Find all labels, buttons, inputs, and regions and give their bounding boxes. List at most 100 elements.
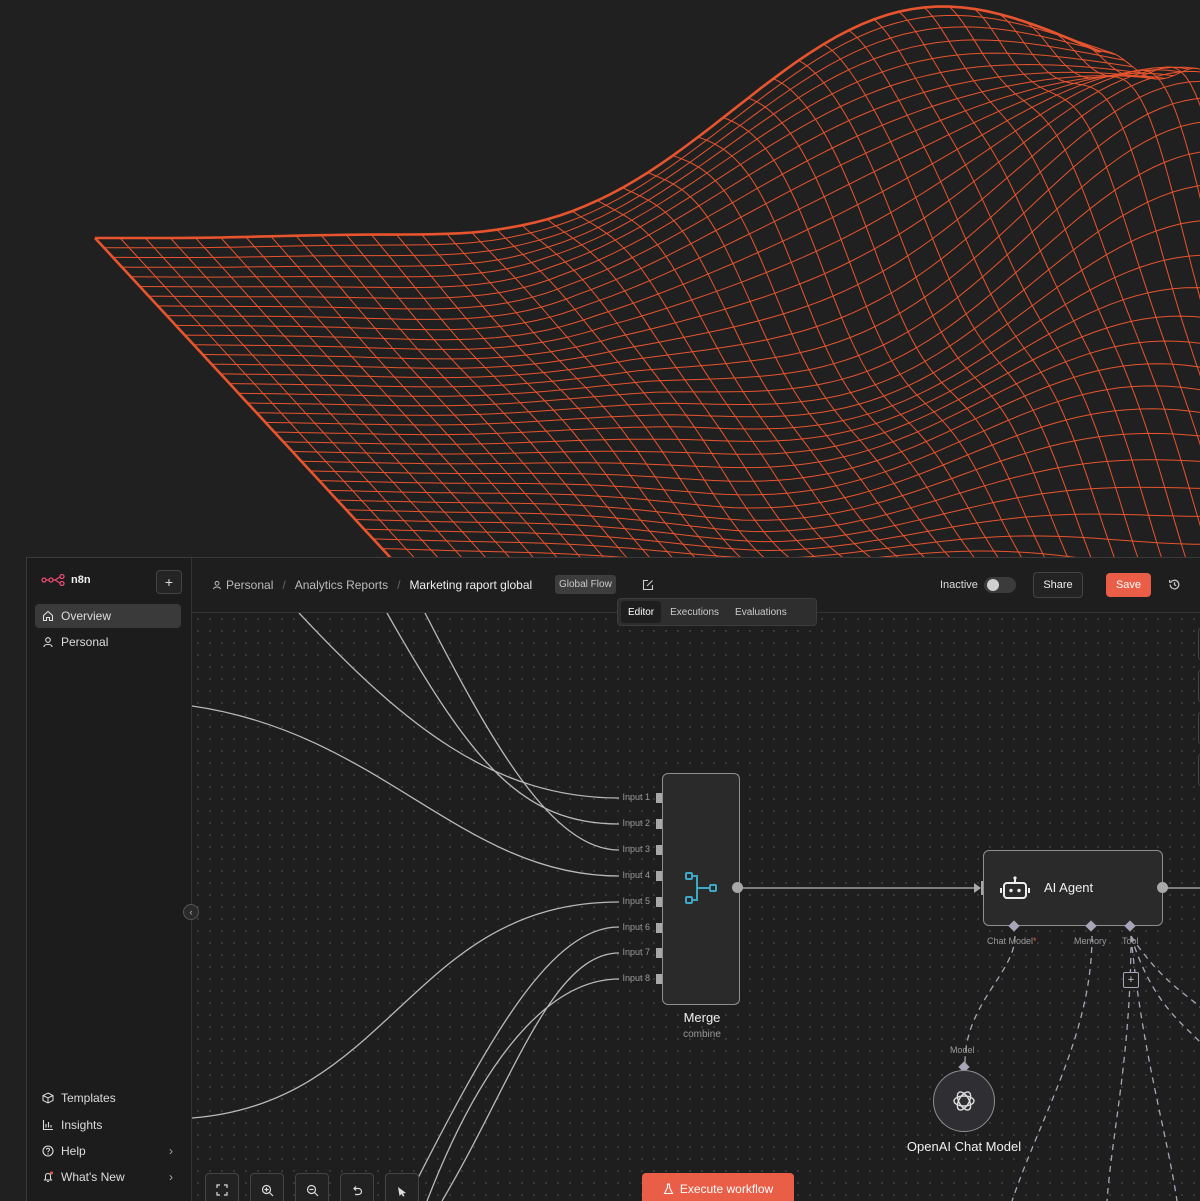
ai-agent-node-title: AI Agent (1044, 880, 1093, 895)
workflow-tag[interactable]: Global Flow (555, 575, 616, 594)
memory-port-label: Memory (1074, 936, 1107, 946)
merge-input-port[interactable] (656, 845, 662, 855)
merge-input-label: Input 3 (616, 844, 650, 854)
help-icon (42, 1145, 54, 1157)
n8n-logo-icon (41, 574, 65, 586)
connection-input-8 (427, 979, 619, 1201)
sidebar-item-help[interactable]: Help › (35, 1139, 181, 1163)
port-label-text: Chat Model (987, 936, 1033, 946)
sidebar-item-label: Templates (61, 1091, 116, 1105)
connection-input-2 (387, 613, 619, 824)
chat-model-port-label: Chat Model* (987, 936, 1037, 946)
merge-input-port[interactable] (656, 871, 662, 881)
merge-input-label: Input 8 (616, 973, 650, 983)
box-icon (42, 1092, 54, 1104)
share-button[interactable]: Share (1033, 572, 1083, 598)
fit-view-button[interactable] (205, 1173, 239, 1201)
connection-tool-d (1131, 936, 1200, 1008)
sidebar-item-personal[interactable]: Personal (35, 630, 181, 654)
connection-input-5 (192, 902, 619, 1118)
wireframe-line (221, 81, 1200, 377)
merge-input-label: Input 2 (616, 818, 650, 828)
user-icon (42, 636, 54, 648)
merge-node[interactable] (662, 773, 740, 1005)
sidebar-item-templates[interactable]: Templates (35, 1086, 181, 1110)
wireframe-line (221, 238, 523, 558)
toggle-knob (987, 579, 999, 591)
bell-icon (42, 1171, 54, 1183)
merge-input-port[interactable] (656, 897, 662, 907)
merge-output-port[interactable] (732, 882, 743, 893)
merge-input-port[interactable] (656, 819, 662, 829)
connection-memory (1012, 936, 1092, 1201)
chevron-right-icon: › (169, 1170, 173, 1184)
zoom-out-button[interactable] (295, 1173, 329, 1201)
robot-icon (1000, 875, 1030, 903)
merge-input-port[interactable] (656, 923, 662, 933)
wireframe-line (212, 71, 1200, 368)
save-button[interactable]: Save (1106, 573, 1151, 597)
merge-input-label: Input 5 (616, 896, 650, 906)
active-toggle[interactable] (984, 577, 1016, 593)
openai-chat-model-node[interactable] (933, 1070, 995, 1132)
merge-input-port[interactable] (656, 974, 662, 984)
wireframe-line (167, 76, 1165, 320)
view-tabs: Editor Executions Evaluations (617, 598, 817, 626)
wireframe-line (382, 539, 1200, 557)
n8n-logo[interactable]: n8n (41, 574, 91, 586)
openai-icon (951, 1088, 977, 1114)
wireframe-line (949, 7, 1200, 557)
agent-input-arrow (974, 883, 981, 893)
tidy-up-button[interactable] (385, 1173, 419, 1201)
add-tool-button[interactable]: + (1123, 972, 1139, 988)
sidebar-item-whats-new[interactable]: What's New › (35, 1165, 181, 1189)
breadcrumb-personal[interactable]: Personal (226, 578, 273, 592)
breadcrumb-folder[interactable]: Analytics Reports (295, 578, 388, 592)
chevron-right-icon: › (169, 1144, 173, 1158)
create-button[interactable]: + (156, 570, 182, 594)
tab-editor[interactable]: Editor (621, 601, 661, 623)
ai-agent-node[interactable]: AI Agent (983, 850, 1163, 926)
merge-input-port[interactable] (656, 948, 662, 958)
history-icon[interactable] (1168, 578, 1181, 591)
agent-output-port[interactable] (1157, 882, 1168, 893)
wireframe-line (1100, 51, 1200, 557)
logo-text: n8n (71, 574, 91, 586)
hero-wireframe-artwork (0, 0, 1200, 557)
breadcrumb-separator: / (282, 578, 285, 592)
wireframe-line (673, 156, 962, 557)
wireframe-line (1050, 31, 1200, 557)
sidebar-item-label: Insights (61, 1118, 102, 1132)
tab-executions[interactable]: Executions (663, 601, 726, 623)
merge-input-port[interactable] (656, 793, 662, 803)
execute-workflow-button[interactable]: Execute workflow (642, 1173, 794, 1201)
workflow-name[interactable]: Marketing raport global (409, 578, 532, 592)
collapse-sidebar-button[interactable]: ‹ (183, 904, 199, 920)
zoom-in-button[interactable] (250, 1173, 284, 1201)
edit-tags-icon[interactable] (642, 579, 654, 591)
connection-input-3 (425, 613, 619, 850)
merge-icon (683, 870, 719, 906)
wireframe-line (95, 238, 400, 557)
wireframe-line (131, 53, 1133, 277)
sidebar-item-insights[interactable]: Insights (35, 1113, 181, 1137)
wireframe-line (346, 460, 1200, 532)
execute-workflow-label: Execute workflow (680, 1182, 773, 1196)
wireframe-line (113, 27, 1116, 258)
tidy-up-icon (396, 1184, 409, 1197)
connection-tool-c (1131, 936, 1200, 1043)
wireframe-line (239, 121, 1200, 396)
undo-button[interactable] (340, 1173, 374, 1201)
sidebar-item-overview[interactable]: Overview (35, 604, 181, 628)
n8n-app-window: n8n + Overview Personal Templates Insigh… (26, 557, 1200, 1201)
zoom-out-icon (306, 1184, 319, 1197)
breadcrumb-separator: / (397, 578, 400, 592)
workflow-canvas[interactable]: Input 1Input 2Input 3Input 4Input 5Input… (192, 613, 1200, 1201)
openai-node-title: OpenAI Chat Model (894, 1139, 1034, 1154)
sidebar: n8n + Overview Personal Templates Insigh… (27, 558, 192, 1201)
sidebar-item-label: Personal (61, 635, 108, 649)
tab-evaluations[interactable]: Evaluations (728, 601, 794, 623)
workflow-status-label: Inactive (940, 579, 978, 591)
merge-node-title: Merge (652, 1010, 752, 1025)
wireframe-line (874, 19, 1158, 557)
